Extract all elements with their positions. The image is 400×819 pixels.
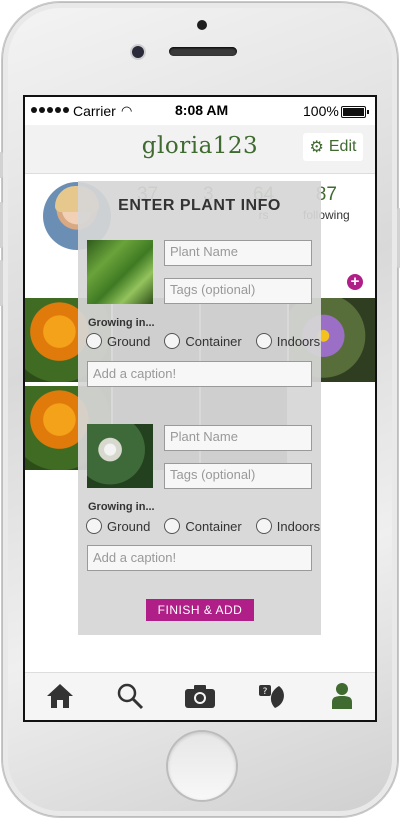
screen: Carrier ◠ 8:08 AM 100% gloria123 ⚙ Edit … xyxy=(25,97,375,720)
growing-radio-group: Ground Container Indoors xyxy=(86,518,321,534)
tags-input[interactable]: Tags (optional) xyxy=(164,463,312,489)
plant-photo-thumbnail xyxy=(87,424,153,488)
edit-button[interactable]: ⚙ Edit xyxy=(303,133,363,161)
profile-icon[interactable] xyxy=(325,679,359,713)
plant-name-input[interactable]: Plant Name xyxy=(164,425,312,451)
svg-text:?: ? xyxy=(263,687,268,697)
radio-container[interactable]: Container xyxy=(164,518,242,534)
volume-down-button xyxy=(0,260,3,306)
earpiece-speaker xyxy=(169,47,237,56)
camera-icon[interactable] xyxy=(183,679,217,713)
search-icon[interactable] xyxy=(113,679,147,713)
plant-info-modal: ENTER PLANT INFO Plant Name Tags (option… xyxy=(78,181,321,635)
add-plus-icon[interactable]: + xyxy=(347,274,363,290)
volume-up-button xyxy=(0,202,3,248)
radio-ground[interactable]: Ground xyxy=(86,333,150,349)
radio-container[interactable]: Container xyxy=(164,333,242,349)
status-time: 8:08 AM xyxy=(175,102,229,118)
radio-indoors[interactable]: Indoors xyxy=(255,333,320,349)
home-button[interactable] xyxy=(168,732,236,800)
growing-radio-group: Ground Container Indoors xyxy=(86,333,321,349)
tags-input[interactable]: Tags (optional) xyxy=(164,278,312,304)
sensor-dot xyxy=(197,20,207,30)
wifi-icon: ◠ xyxy=(121,103,133,118)
plant-name-input[interactable]: Plant Name xyxy=(164,240,312,266)
growing-in-label: Growing in... xyxy=(88,501,155,513)
front-camera xyxy=(132,46,144,58)
modal-title: ENTER PLANT INFO xyxy=(118,197,281,214)
plant-photo-thumbnail xyxy=(87,240,153,304)
home-icon[interactable] xyxy=(43,679,77,713)
radio-indoors[interactable]: Indoors xyxy=(255,518,320,534)
carrier-label: Carrier xyxy=(73,103,116,119)
tab-bar: ? xyxy=(25,672,375,720)
battery-percent: 100% xyxy=(303,103,339,119)
growing-in-label: Growing in... xyxy=(88,317,155,329)
plant-help-icon[interactable]: ? xyxy=(255,679,289,713)
signal-icon xyxy=(31,107,69,113)
edit-label: Edit xyxy=(328,138,357,155)
caption-input[interactable]: Add a caption! xyxy=(87,545,312,571)
finish-add-button[interactable]: FINISH & ADD xyxy=(146,599,254,621)
status-bar: Carrier ◠ 8:08 AM 100% xyxy=(25,97,375,125)
radio-ground[interactable]: Ground xyxy=(86,518,150,534)
silent-switch xyxy=(0,152,3,178)
caption-input[interactable]: Add a caption! xyxy=(87,361,312,387)
battery-icon xyxy=(341,106,369,118)
gear-icon: ⚙ xyxy=(309,139,324,156)
nav-bar: gloria123 ⚙ Edit xyxy=(25,125,375,174)
